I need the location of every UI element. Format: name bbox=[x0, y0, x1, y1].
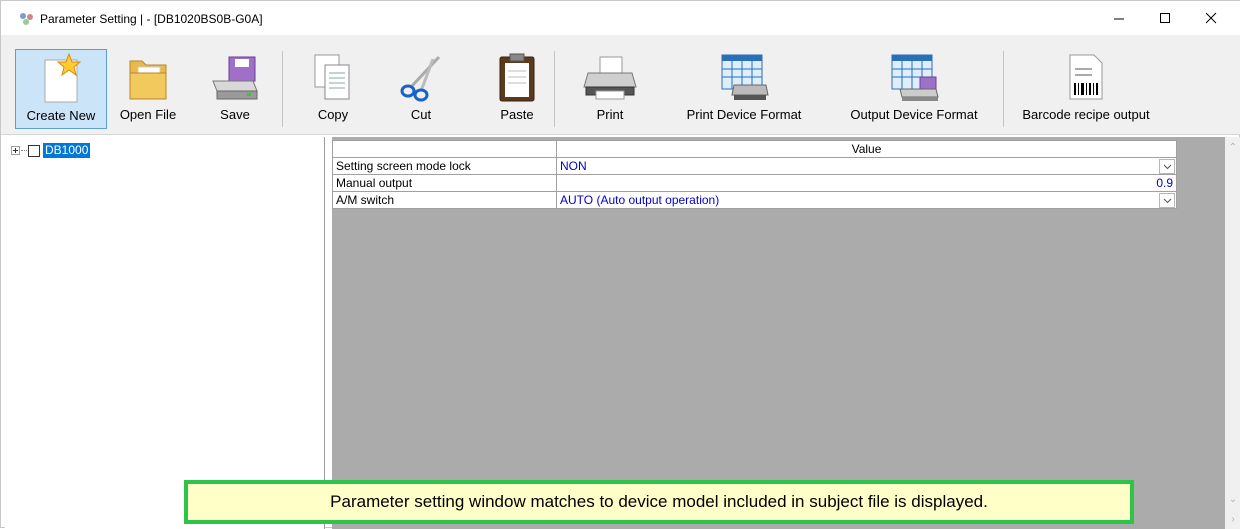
printer-icon bbox=[583, 56, 637, 100]
grid-header-row: Value bbox=[332, 140, 1177, 158]
output-device-format-label: Output Device Format bbox=[850, 107, 978, 122]
cut-button[interactable]: Cut bbox=[395, 49, 447, 129]
title-bar: Parameter Setting | - [DB1020BS0B-G0A] bbox=[1, 1, 1240, 35]
expand-icon[interactable] bbox=[11, 146, 20, 155]
scroll-right-icon[interactable]: › bbox=[1225, 511, 1240, 527]
print-device-format-button[interactable]: Print Device Format bbox=[665, 49, 823, 129]
barcode-icon bbox=[1069, 54, 1103, 100]
clipboard-icon bbox=[499, 53, 535, 102]
new-document-icon bbox=[44, 52, 82, 103]
grid-header-name bbox=[332, 140, 557, 158]
barcode-recipe-output-button[interactable]: Barcode recipe output bbox=[1009, 49, 1163, 129]
barcode-recipe-output-label: Barcode recipe output bbox=[1022, 107, 1150, 122]
maximize-button[interactable] bbox=[1142, 1, 1188, 35]
print-format-icon bbox=[721, 54, 769, 100]
paste-label: Paste bbox=[500, 107, 534, 122]
tree-node-label[interactable]: DB1000 bbox=[43, 143, 91, 158]
cut-label: Cut bbox=[410, 107, 432, 122]
param-value-dropdown[interactable]: AUTO (Auto output operation) bbox=[556, 191, 1177, 209]
param-value-dropdown[interactable]: NON bbox=[556, 157, 1177, 175]
annotation-callout: Parameter setting window matches to devi… bbox=[184, 480, 1134, 524]
open-file-button[interactable]: Open File bbox=[113, 49, 183, 129]
copy-label: Copy bbox=[317, 107, 349, 122]
dropdown-button[interactable] bbox=[1159, 193, 1175, 208]
copy-button[interactable]: Copy bbox=[307, 49, 359, 129]
create-new-label: Create New bbox=[26, 108, 96, 123]
device-tree: DB1000 bbox=[5, 137, 325, 529]
chevron-down-icon bbox=[1163, 198, 1171, 203]
param-value-input[interactable]: 0.9 bbox=[556, 174, 1177, 192]
scissors-icon bbox=[400, 55, 441, 102]
tree-node-checkbox[interactable] bbox=[28, 144, 40, 157]
table-row[interactable]: A/M switch AUTO (Auto output operation) bbox=[332, 191, 1177, 209]
print-device-format-label: Print Device Format bbox=[686, 107, 802, 122]
close-icon bbox=[1205, 12, 1217, 24]
parameter-grid: Value Setting screen mode lock NON Manua… bbox=[332, 140, 1177, 209]
app-icon bbox=[20, 13, 33, 25]
save-drive-icon bbox=[212, 56, 258, 100]
maximize-icon bbox=[1160, 13, 1170, 23]
table-row[interactable]: Manual output 0.9 bbox=[332, 174, 1177, 192]
output-device-format-button[interactable]: Output Device Format bbox=[831, 49, 997, 129]
toolbar: Create New Open File Save Copy Cut Paste… bbox=[1, 35, 1240, 135]
create-new-button[interactable]: Create New bbox=[15, 49, 107, 129]
param-name: Setting screen mode lock bbox=[332, 157, 557, 175]
paste-button[interactable]: Paste bbox=[489, 49, 545, 129]
toolbar-separator bbox=[1003, 51, 1004, 127]
minimize-button[interactable] bbox=[1096, 1, 1142, 35]
vertical-scrollbar[interactable]: ⌃ ⌄ › bbox=[1225, 137, 1240, 529]
print-label: Print bbox=[596, 107, 624, 122]
close-button[interactable] bbox=[1188, 1, 1234, 35]
dropdown-button[interactable] bbox=[1159, 159, 1175, 174]
parameter-setting-window: Parameter Setting | - [DB1020BS0B-G0A] C… bbox=[0, 0, 1240, 529]
param-value: AUTO (Auto output operation) bbox=[560, 193, 720, 207]
save-button[interactable]: Save bbox=[203, 49, 267, 129]
tree-node-db1000[interactable]: DB1000 bbox=[11, 143, 91, 158]
scroll-up-icon[interactable]: ⌃ bbox=[1225, 139, 1240, 155]
window-title: Parameter Setting | - [DB1020BS0B-G0A] bbox=[40, 12, 263, 26]
scroll-down-icon[interactable]: ⌄ bbox=[1225, 491, 1240, 507]
table-row[interactable]: Setting screen mode lock NON bbox=[332, 157, 1177, 175]
param-name: A/M switch bbox=[332, 191, 557, 209]
print-button[interactable]: Print bbox=[573, 49, 647, 129]
folder-icon bbox=[129, 60, 167, 100]
toolbar-separator bbox=[554, 51, 555, 127]
param-name: Manual output bbox=[332, 174, 557, 192]
copy-icon bbox=[314, 54, 350, 100]
grid-header-value: Value bbox=[556, 140, 1177, 158]
param-value: NON bbox=[560, 159, 587, 173]
toolbar-separator bbox=[282, 51, 283, 127]
chevron-down-icon bbox=[1163, 164, 1171, 169]
minimize-icon bbox=[1114, 18, 1124, 20]
save-label: Save bbox=[220, 107, 250, 122]
open-file-label: Open File bbox=[119, 107, 177, 122]
callout-text: Parameter setting window matches to devi… bbox=[330, 492, 988, 511]
output-format-icon bbox=[891, 54, 939, 101]
tree-connector bbox=[21, 150, 27, 151]
